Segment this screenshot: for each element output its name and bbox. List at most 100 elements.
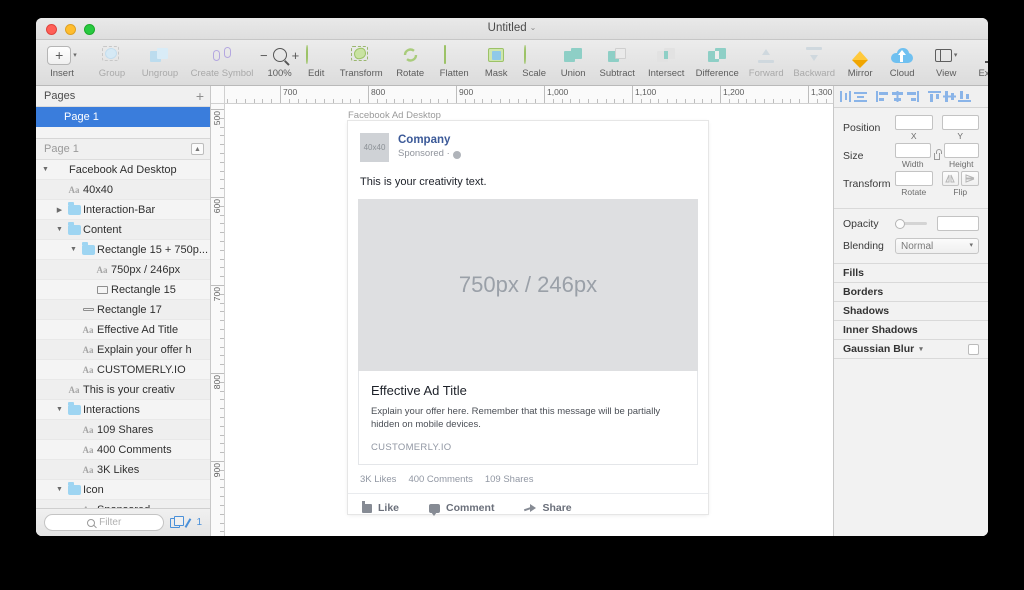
toolbar-union-button[interactable]: Union — [553, 44, 593, 79]
disclosure-open-icon[interactable]: ▼ — [54, 226, 65, 233]
toolbar-edit-button[interactable]: Edit — [299, 44, 333, 79]
toolbar-mask-button[interactable]: Mask — [477, 44, 515, 79]
layer-row[interactable]: ·AaEffective Ad Title — [36, 320, 210, 340]
rotate-input[interactable] — [895, 171, 933, 186]
ad-share-button[interactable]: Share — [524, 502, 571, 514]
position-x-input[interactable] — [895, 115, 933, 130]
toolbar-backward-button[interactable]: Backward — [789, 44, 839, 79]
section-gaussian-blur[interactable]: Gaussian Blur ▾ — [834, 340, 988, 359]
folder-icon — [65, 485, 83, 495]
toolbar-export-button[interactable]: Export — [969, 44, 988, 79]
disclosure-open-icon[interactable]: ▼ — [54, 406, 65, 413]
toolbar-group-shape-ops: Edit Transform Rotate Flatten — [299, 44, 477, 79]
toolbar-cloud-button[interactable]: Cloud — [881, 44, 923, 79]
layer-row[interactable]: ·AaExplain your offer h — [36, 340, 210, 360]
section-borders[interactable]: Borders — [834, 283, 988, 302]
toolbar-zoom-control[interactable]: − + 100% — [260, 44, 299, 79]
collapse-icon[interactable]: ▲ — [191, 143, 204, 155]
zoom-in-icon[interactable]: + — [292, 48, 300, 63]
opacity-slider-knob[interactable] — [895, 219, 905, 229]
union-icon — [564, 44, 583, 66]
size-width-input[interactable] — [895, 143, 931, 158]
toolbar-scale-button[interactable]: Scale — [515, 44, 553, 79]
size-height-input[interactable] — [944, 143, 980, 158]
layer-row[interactable]: ·Aa40x40 — [36, 180, 210, 200]
layer-row[interactable]: ▼Facebook Ad Desktop — [36, 160, 210, 180]
toolbar-difference-button[interactable]: Difference — [691, 44, 743, 79]
toolbar-rotate-button[interactable]: Rotate — [389, 44, 431, 79]
artboard-name-label[interactable]: Facebook Ad Desktop — [348, 110, 441, 121]
align-left-icon[interactable] — [875, 90, 890, 104]
flip-horizontal-icon[interactable] — [942, 171, 960, 186]
disclosure-closed-icon[interactable]: ▶ — [54, 206, 65, 214]
plus-icon: +▾ — [47, 44, 77, 66]
ad-company-name[interactable]: Company — [398, 133, 461, 147]
gaussian-blur-checkbox[interactable] — [968, 344, 979, 355]
page-list-item-page-1[interactable]: Page 1 — [36, 107, 210, 127]
ruler-tick — [764, 99, 765, 103]
layer-row[interactable]: ·AaThis is your creativ — [36, 380, 210, 400]
align-top-icon[interactable] — [927, 90, 942, 104]
canvas[interactable]: Facebook Ad Desktop 40x40 Company — [225, 104, 833, 536]
distribute-horizontally-icon[interactable] — [838, 90, 853, 104]
layer-row[interactable]: ▼Icon — [36, 480, 210, 500]
distribute-vertically-icon[interactable] — [853, 90, 868, 104]
layer-row[interactable]: ·Rectangle 17 — [36, 300, 210, 320]
toolbar-ungroup-button[interactable]: Ungroup — [136, 44, 184, 79]
ad-image-placeholder[interactable]: 750px / 246px — [358, 199, 698, 371]
pen-icon[interactable] — [183, 518, 193, 528]
layer-status-badge[interactable]: 1 — [170, 517, 202, 528]
zoom-out-icon[interactable]: − — [260, 48, 268, 63]
toolbar-insert-button[interactable]: +▾ Insert — [36, 44, 88, 79]
document-title[interactable]: Untitled⌄ — [36, 22, 988, 34]
magnifier-icon[interactable] — [273, 48, 287, 62]
section-shadows[interactable]: Shadows — [834, 302, 988, 321]
align-bottom-icon[interactable] — [957, 90, 972, 104]
layer-row[interactable]: ·AaCUSTOMERLY.IO — [36, 360, 210, 380]
horizontal-ruler[interactable]: 7008009001,0001,1001,2001,3001,400 — [225, 86, 833, 104]
toolbar-group-button[interactable]: Group — [88, 44, 136, 79]
layer-row[interactable]: ·Aa400 Comments — [36, 440, 210, 460]
toolbar-flatten-button[interactable]: Flatten — [431, 44, 477, 79]
artboard-facebook-ad-desktop[interactable]: 40x40 Company Sponsored · — [348, 121, 708, 514]
opacity-input[interactable] — [937, 216, 979, 231]
blending-select[interactable]: Normal ▾ — [895, 238, 979, 254]
flip-vertical-icon[interactable] — [961, 171, 979, 186]
section-fills[interactable]: Fills — [834, 264, 988, 283]
layer-row[interactable]: ·Aa3K Likes — [36, 460, 210, 480]
blur-type-stepper-icon[interactable]: ▾ — [919, 345, 923, 353]
layer-row[interactable]: ▶Interaction-Bar — [36, 200, 210, 220]
add-page-icon[interactable]: + — [196, 89, 204, 103]
toolbar-create-symbol-button[interactable]: Create Symbol — [184, 44, 260, 79]
align-middle-icon[interactable] — [942, 90, 957, 104]
layer-row[interactable]: ▼Rectangle 15 + 750p... — [36, 240, 210, 260]
search-input[interactable]: Filter — [44, 514, 164, 531]
disclosure-open-icon[interactable]: ▼ — [68, 246, 79, 253]
layer-row[interactable]: ·Rectangle 15 — [36, 280, 210, 300]
toolbar-view-button[interactable]: ▾ View — [923, 44, 969, 79]
toolbar-subtract-button[interactable]: Subtract — [593, 44, 641, 79]
disclosure-open-icon[interactable]: ▼ — [54, 486, 65, 493]
layer-row[interactable]: ·Aa109 Shares — [36, 420, 210, 440]
layer-row[interactable]: ▼Interactions — [36, 400, 210, 420]
layer-row[interactable]: ▼Content — [36, 220, 210, 240]
toolbar-intersect-button[interactable]: Intersect — [641, 44, 691, 79]
section-inner-shadows[interactable]: Inner Shadows — [834, 321, 988, 340]
opacity-slider[interactable] — [895, 222, 927, 225]
toolbar-mirror-button[interactable]: Mirror — [839, 44, 881, 79]
align-right-icon[interactable] — [905, 90, 920, 104]
lock-icon[interactable] — [933, 143, 942, 169]
layer-row[interactable]: ·AaSponsored · — [36, 500, 210, 508]
duplicate-icon[interactable] — [170, 518, 180, 528]
toolbar-forward-button[interactable]: Forward — [743, 44, 789, 79]
vertical-ruler[interactable]: 5006007008009001,000 — [211, 104, 225, 536]
position-y-input[interactable] — [942, 115, 980, 130]
layer-tree[interactable]: ▼Facebook Ad Desktop·Aa40x40▶Interaction… — [36, 160, 210, 508]
align-center-icon[interactable] — [890, 90, 905, 104]
layer-row[interactable]: ·Aa750px / 246px — [36, 260, 210, 280]
ruler-tick — [220, 179, 224, 180]
disclosure-open-icon[interactable]: ▼ — [40, 166, 51, 173]
toolbar-transform-button[interactable]: Transform — [333, 44, 389, 79]
ad-like-button[interactable]: Like — [362, 502, 399, 514]
ad-comment-button[interactable]: Comment — [429, 502, 494, 514]
